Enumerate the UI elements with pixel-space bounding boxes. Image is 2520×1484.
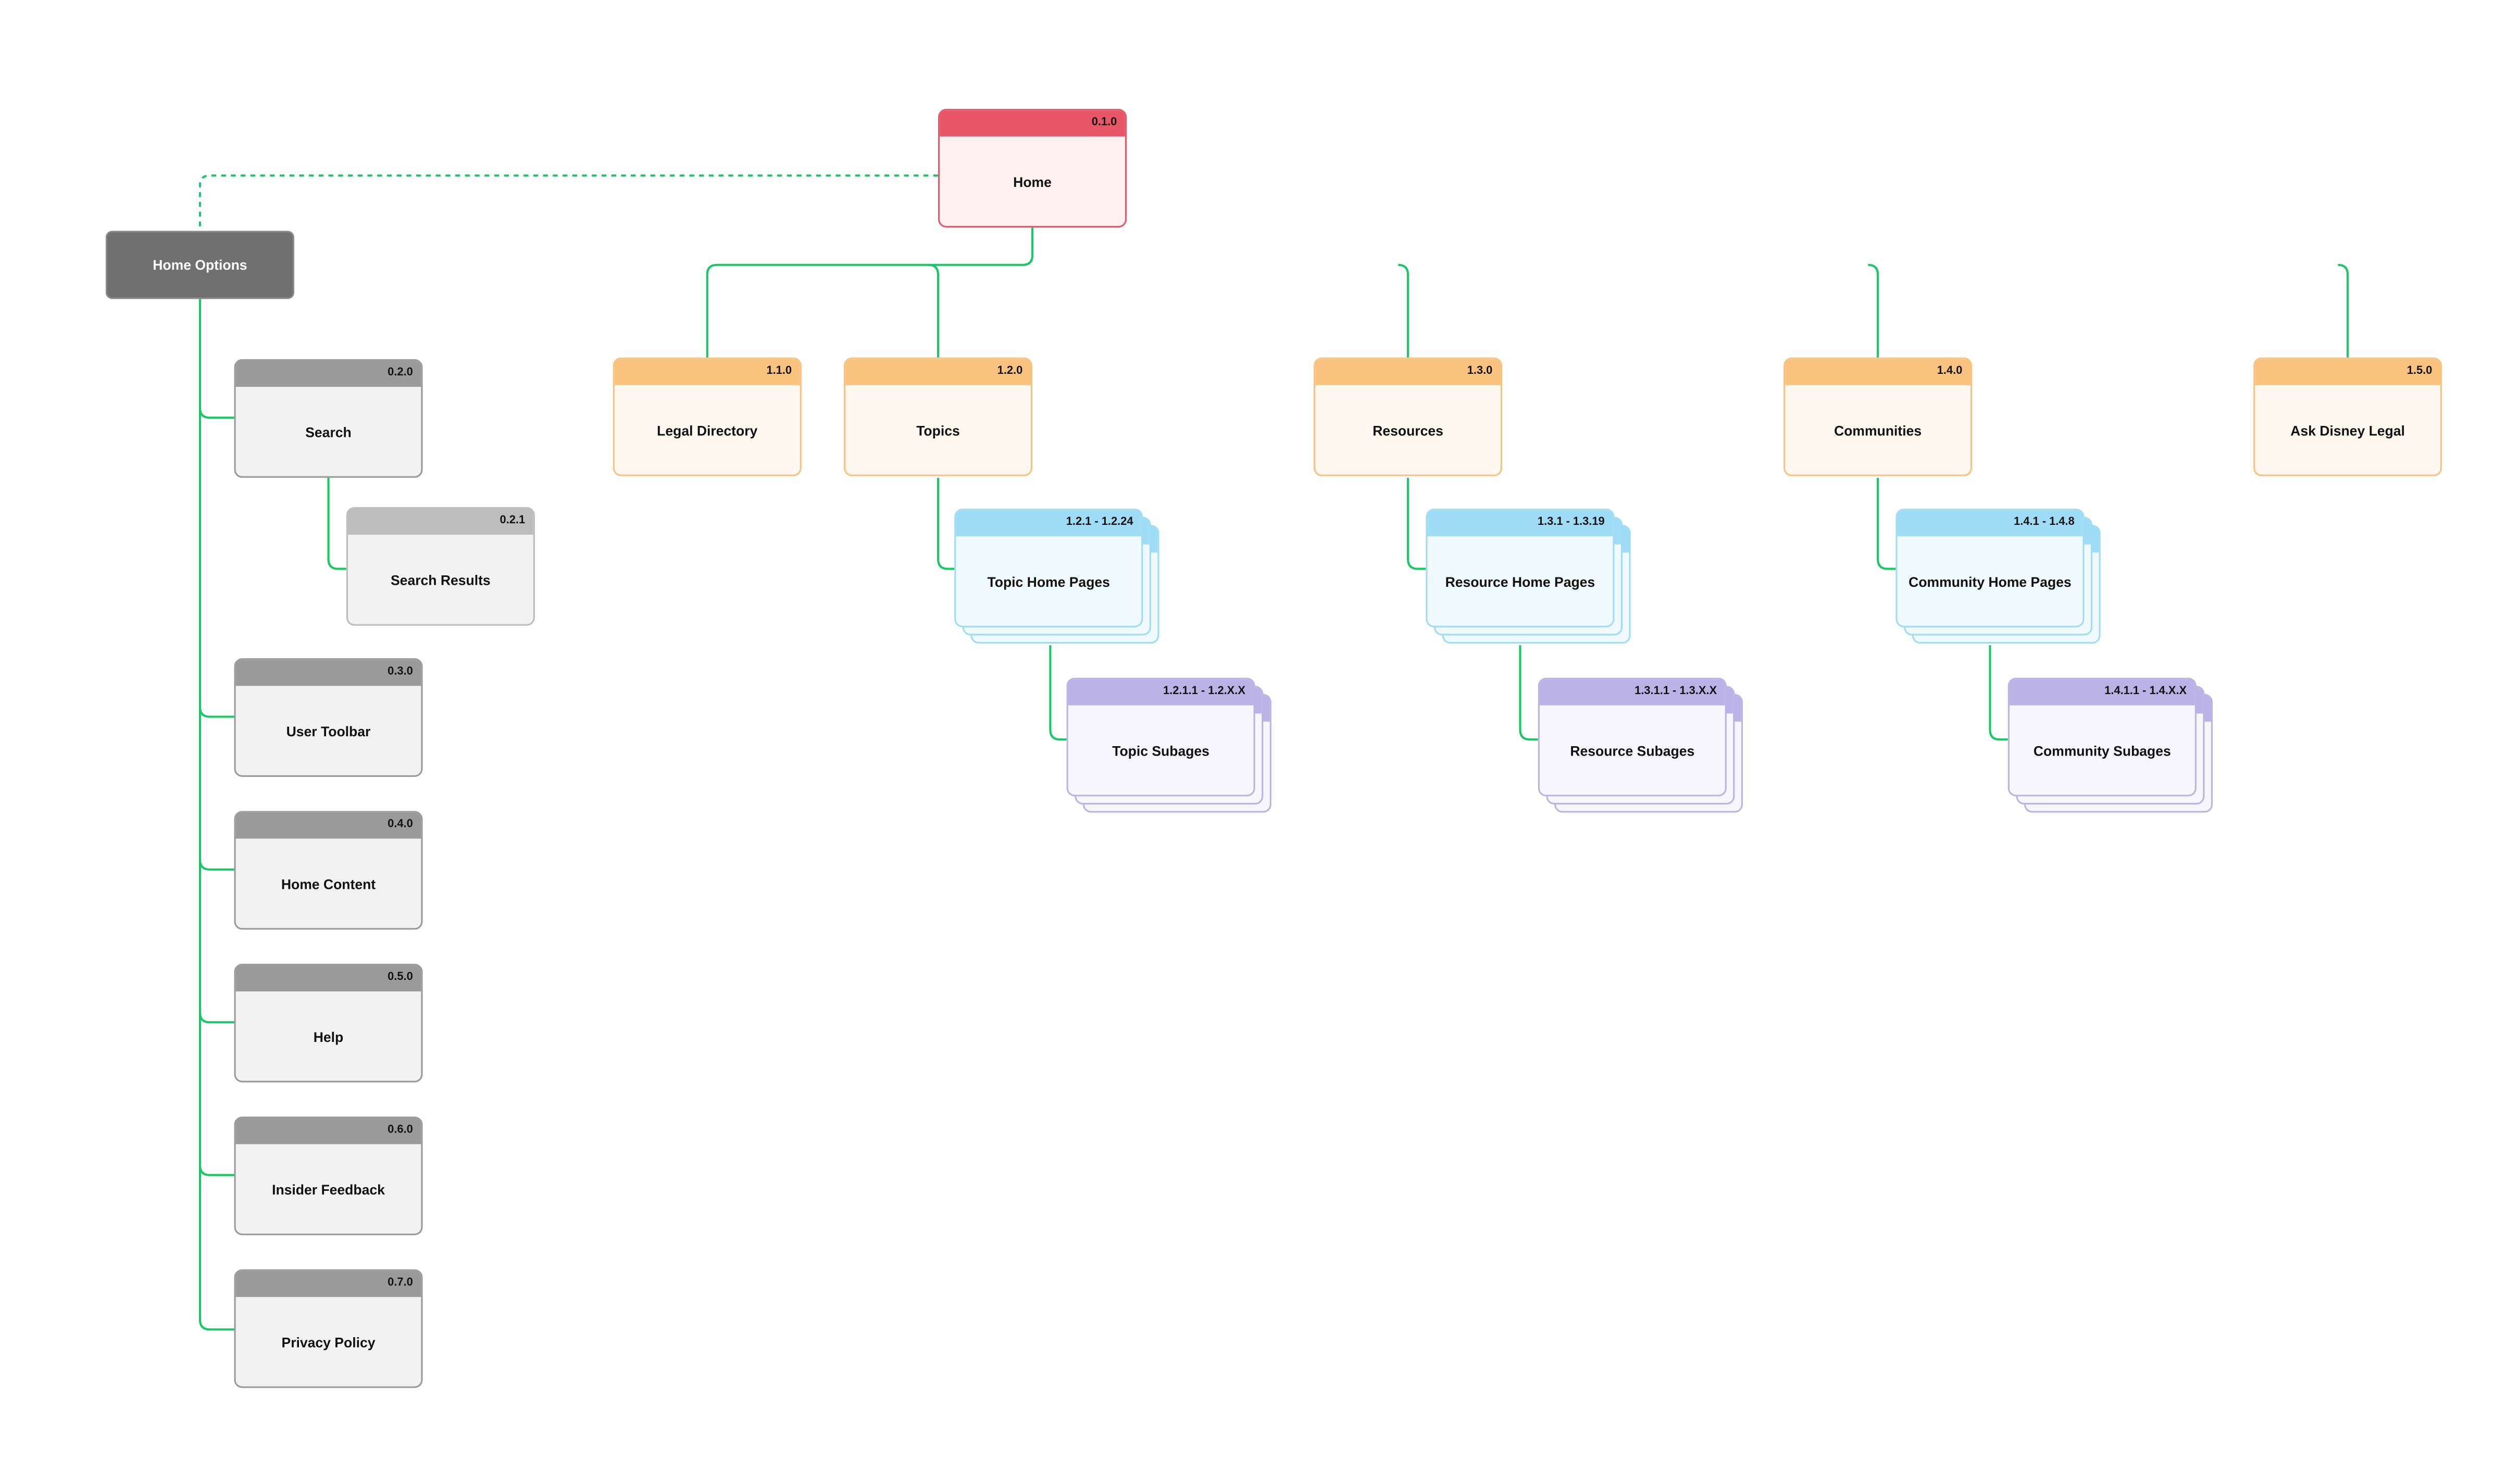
home-options-node[interactable]: Home Options bbox=[105, 231, 294, 299]
node-card: 0.5.0 Help bbox=[234, 963, 423, 1083]
node-id: 1.2.1 - 1.2.24 bbox=[956, 510, 1142, 537]
node-label: Resource Subages bbox=[1570, 741, 1695, 759]
node-legal-directory[interactable]: 1.1.0 Legal Directory bbox=[613, 357, 802, 476]
node-id: 1.4.1.1 - 1.4.X.X bbox=[2009, 679, 2195, 706]
node-resource-home-pages[interactable]: 1.3.1 - 1.3.19 Resource Home Pages bbox=[1426, 508, 1631, 644]
node-label: Community Subages bbox=[2033, 741, 2171, 759]
node-label: Topics bbox=[916, 421, 960, 438]
node-label: Legal Directory bbox=[657, 421, 758, 438]
node-label: Search bbox=[305, 423, 352, 440]
node-id: 1.5.0 bbox=[2255, 359, 2441, 385]
node-search[interactable]: 0.2.0 Search bbox=[234, 359, 423, 478]
node-card: 1.3.1 - 1.3.19 Resource Home Pages bbox=[1426, 508, 1615, 627]
node-id: 1.3.1 - 1.3.19 bbox=[1427, 510, 1613, 537]
node-card: 1.1.0 Legal Directory bbox=[613, 357, 802, 476]
node-card: 1.3.1.1 - 1.3.X.X Resource Subages bbox=[1538, 677, 1727, 797]
node-id: 0.3.0 bbox=[235, 660, 421, 686]
node-card: 1.2.1 - 1.2.24 Topic Home Pages bbox=[954, 508, 1143, 627]
node-privacy-policy[interactable]: 0.7.0 Privacy Policy bbox=[234, 1269, 423, 1388]
connector-line bbox=[198, 1165, 234, 1176]
node-topic-home-pages[interactable]: 1.2.1 - 1.2.24 Topic Home Pages bbox=[954, 508, 1159, 644]
sitemap-diagram: Home Options 0.1.0 Home 0.2.0 Search 0.2.1 Se… bbox=[0, 0, 2520, 1484]
connector-line bbox=[1989, 645, 2008, 741]
node-label: Resources bbox=[1373, 421, 1443, 438]
node-card: 0.7.0 Privacy Policy bbox=[234, 1269, 423, 1388]
node-search-results[interactable]: 0.2.1 Search Results bbox=[346, 507, 535, 626]
node-id: 0.2.1 bbox=[347, 508, 533, 535]
node-communities[interactable]: 1.4.0 Communities bbox=[1783, 357, 1973, 476]
node-home-content[interactable]: 0.4.0 Home Content bbox=[234, 811, 423, 930]
node-label: Help bbox=[313, 1028, 344, 1045]
node-insider-feedback[interactable]: 0.6.0 Insider Feedback bbox=[234, 1116, 423, 1236]
node-card: 0.6.0 Insider Feedback bbox=[234, 1116, 423, 1236]
node-label: Insider Feedback bbox=[272, 1180, 385, 1197]
connector-line bbox=[327, 477, 346, 570]
connector-line bbox=[937, 477, 955, 570]
node-id: 1.2.1.1 - 1.2.X.X bbox=[1068, 679, 1254, 706]
node-id: 0.7.0 bbox=[235, 1271, 421, 1297]
connector-line bbox=[198, 1012, 234, 1024]
node-card: 0.2.0 Search bbox=[234, 359, 423, 478]
node-ask-disney-legal[interactable]: 1.5.0 Ask Disney Legal bbox=[2253, 357, 2442, 476]
connector-line bbox=[928, 263, 940, 358]
connector-line bbox=[1407, 477, 1426, 570]
node-id: 1.4.0 bbox=[1785, 359, 1971, 385]
connector-line bbox=[198, 408, 234, 419]
connector-line bbox=[2338, 263, 2349, 358]
node-id: 1.2.0 bbox=[845, 359, 1031, 385]
node-card: 1.5.0 Ask Disney Legal bbox=[2253, 357, 2442, 476]
node-label: Community Home Pages bbox=[1908, 573, 2072, 589]
node-id: 1.1.0 bbox=[614, 359, 800, 385]
node-community-subages[interactable]: 1.4.1.1 - 1.4.X.X Community Subages bbox=[2007, 677, 2213, 813]
node-label: Topic Subages bbox=[1112, 741, 1209, 759]
node-community-home-pages[interactable]: 1.4.1 - 1.4.8 Community Home Pages bbox=[1895, 508, 2101, 644]
node-topic-subages[interactable]: 1.2.1.1 - 1.2.X.X Topic Subages bbox=[1066, 677, 1271, 813]
node-id: 0.5.0 bbox=[235, 965, 421, 991]
node-resources[interactable]: 1.3.0 Resources bbox=[1314, 357, 1503, 476]
node-card: 0.4.0 Home Content bbox=[234, 811, 423, 930]
connector-line bbox=[1049, 645, 1067, 741]
connector-line bbox=[1877, 477, 1896, 570]
node-card: 1.3.0 Resources bbox=[1314, 357, 1503, 476]
connector-line bbox=[706, 227, 1034, 358]
node-label: Privacy Policy bbox=[281, 1334, 376, 1350]
node-user-toolbar[interactable]: 0.3.0 User Toolbar bbox=[234, 658, 423, 777]
dashed-connector-home-options bbox=[198, 174, 938, 231]
node-id: 0.2.0 bbox=[235, 360, 421, 387]
node-label: Communities bbox=[1834, 421, 1922, 438]
node-label: Resource Home Pages bbox=[1445, 573, 1595, 589]
node-card: 0.3.0 User Toolbar bbox=[234, 658, 423, 777]
node-card: 0.1.0 Home bbox=[938, 109, 1127, 228]
node-label: Ask Disney Legal bbox=[2290, 421, 2405, 438]
node-id: 0.1.0 bbox=[940, 110, 1125, 137]
node-label: User Toolbar bbox=[286, 722, 371, 739]
node-home[interactable]: 0.1.0 Home bbox=[938, 109, 1127, 228]
connector-line bbox=[1519, 645, 1538, 741]
connector-line bbox=[1398, 263, 1409, 358]
node-resource-subages[interactable]: 1.3.1.1 - 1.3.X.X Resource Subages bbox=[1538, 677, 1743, 813]
node-topics[interactable]: 1.2.0 Topics bbox=[843, 357, 1033, 476]
connector-line bbox=[1868, 263, 1879, 358]
node-id: 1.3.1.1 - 1.3.X.X bbox=[1539, 679, 1725, 706]
node-card: 1.2.1.1 - 1.2.X.X Topic Subages bbox=[1066, 677, 1255, 797]
connector-line bbox=[198, 707, 234, 718]
node-label: Home Content bbox=[281, 875, 376, 892]
node-id: 0.4.0 bbox=[235, 812, 421, 839]
connector-line bbox=[198, 860, 234, 871]
node-label: Topic Home Pages bbox=[987, 573, 1110, 589]
node-card: 1.4.0 Communities bbox=[1783, 357, 1973, 476]
node-id: 1.4.1 - 1.4.8 bbox=[1897, 510, 2083, 537]
node-label: Search Results bbox=[390, 571, 491, 588]
node-help[interactable]: 0.5.0 Help bbox=[234, 963, 423, 1083]
node-card: 0.2.1 Search Results bbox=[346, 507, 535, 626]
node-id: 0.6.0 bbox=[235, 1118, 421, 1145]
node-card: 1.2.0 Topics bbox=[843, 357, 1033, 476]
node-id: 1.3.0 bbox=[1315, 359, 1501, 385]
node-card: 1.4.1 - 1.4.8 Community Home Pages bbox=[1895, 508, 2085, 627]
node-label: Home bbox=[1013, 173, 1052, 190]
node-card: 1.4.1.1 - 1.4.X.X Community Subages bbox=[2007, 677, 2197, 797]
